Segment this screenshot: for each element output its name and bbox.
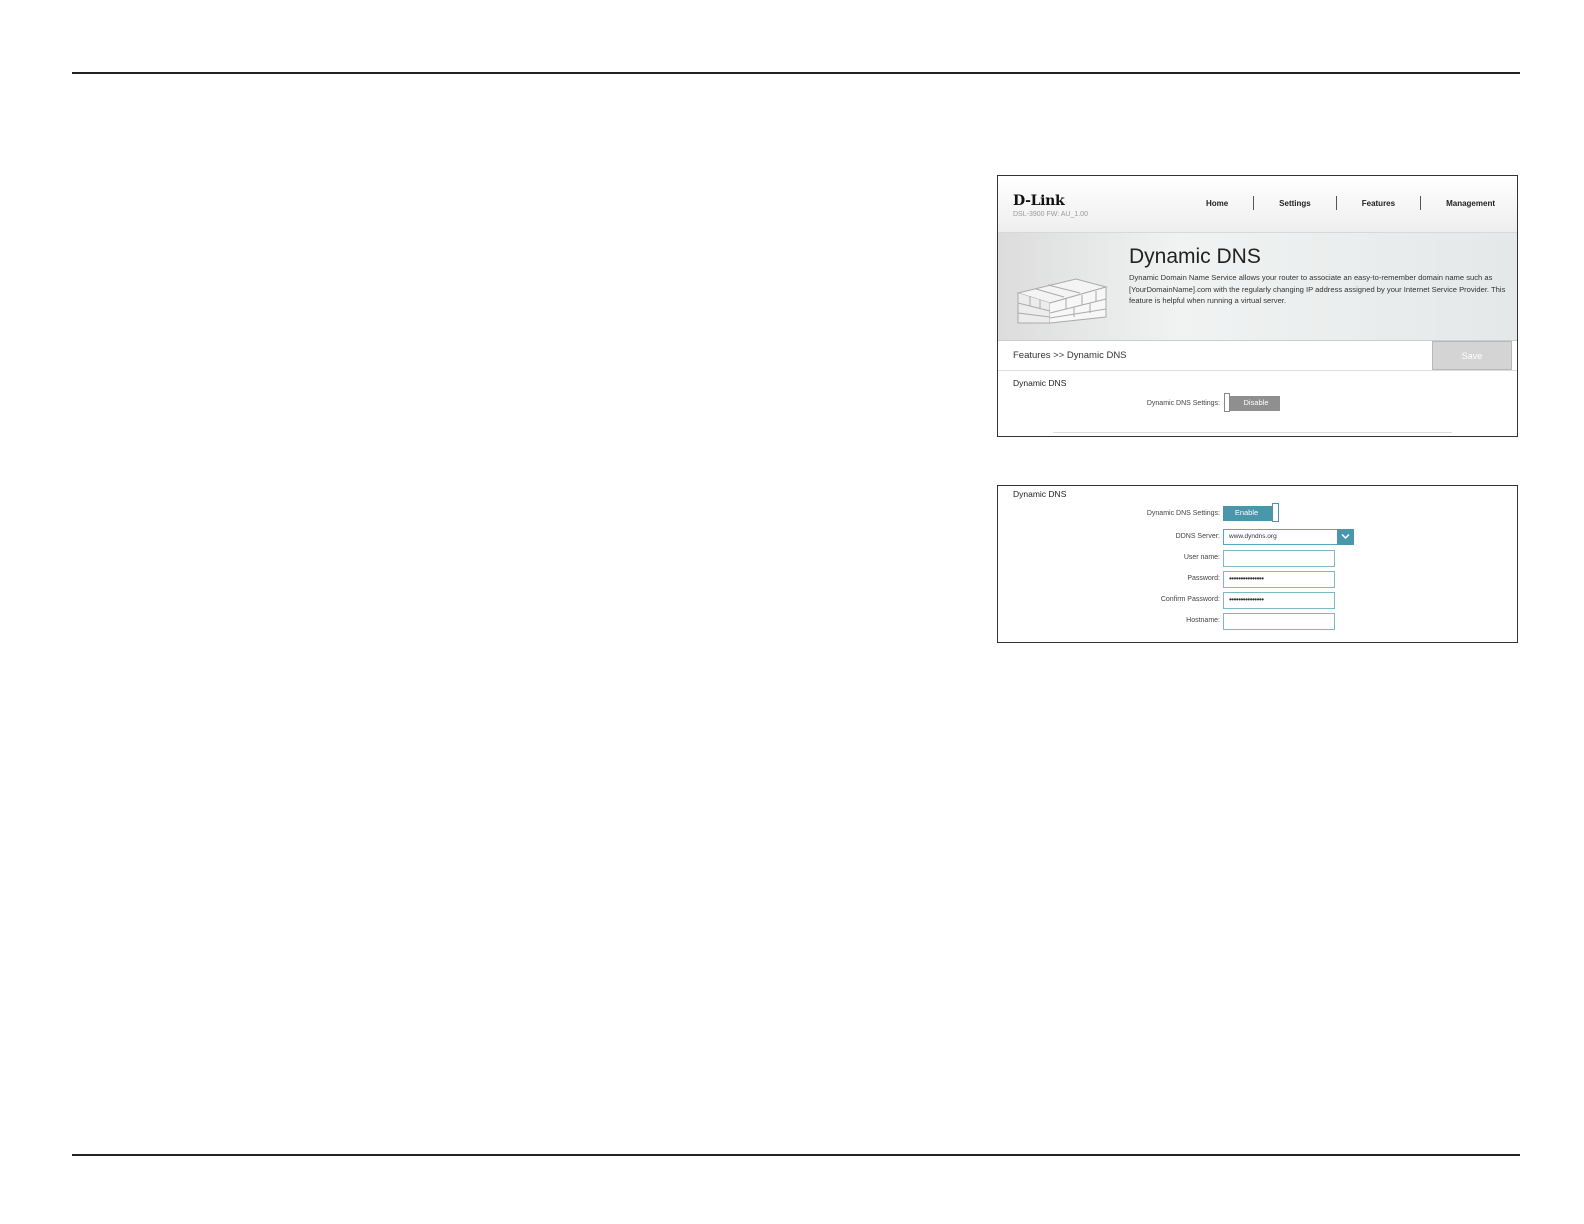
- hostname-label: Hostname:: [1186, 617, 1220, 624]
- top-nav: Home Settings Features Management: [1181, 196, 1495, 210]
- bottom-rule: [72, 1154, 1520, 1156]
- save-button[interactable]: Save: [1432, 341, 1512, 370]
- top-rule: [72, 72, 1520, 74]
- page-description: Dynamic Domain Name Service allows your …: [1129, 273, 1506, 305]
- toggle-knob: [1272, 503, 1279, 522]
- dynamic-dns-toggle[interactable]: Enable: [1223, 503, 1279, 522]
- brick-wall-icon: [1016, 278, 1108, 324]
- dynamic-dns-settings-label: Dynamic DNS Settings:: [1146, 510, 1220, 517]
- breadcrumb: Features >> Dynamic DNS: [1013, 350, 1127, 361]
- dlink-logo: D-Link: [1013, 193, 1065, 209]
- nav-management[interactable]: Management: [1421, 199, 1495, 208]
- nav-settings[interactable]: Settings: [1254, 199, 1336, 208]
- dynamic-dns-disabled-screenshot: D-Link DSL-3900 FW: AU_1.00 Home Setting…: [997, 175, 1518, 437]
- password-input[interactable]: •••••••••••••••: [1223, 571, 1335, 588]
- dynamic-dns-toggle[interactable]: Disable: [1224, 393, 1280, 412]
- router-header: D-Link DSL-3900 FW: AU_1.00 Home Setting…: [998, 176, 1517, 233]
- dropdown-button[interactable]: [1337, 529, 1354, 545]
- confirm-password-input[interactable]: •••••••••••••••: [1223, 592, 1335, 609]
- nav-home[interactable]: Home: [1181, 199, 1253, 208]
- chevron-down-icon: [1341, 533, 1350, 540]
- ddns-server-select[interactable]: www.dyndns.org: [1223, 529, 1354, 545]
- ddns-server-value: www.dyndns.org: [1229, 533, 1277, 540]
- divider: [1053, 432, 1452, 433]
- model-firmware-label: DSL-3900 FW: AU_1.00: [1013, 211, 1088, 218]
- toggle-label: Enable: [1234, 508, 1259, 517]
- page-banner: Dynamic DNS Dynamic Domain Name Service …: [998, 233, 1517, 340]
- section-title: Dynamic DNS: [1013, 378, 1067, 388]
- nav-features[interactable]: Features: [1337, 199, 1420, 208]
- dynamic-dns-settings-label: Dynamic DNS Settings:: [1146, 400, 1220, 407]
- toggle-knob: [1224, 393, 1230, 412]
- breadcrumb-bar: Features >> Dynamic DNS Save: [998, 340, 1517, 371]
- dynamic-dns-enabled-screenshot: Dynamic DNS Dynamic DNS Settings: Enable…: [997, 485, 1518, 643]
- hostname-input[interactable]: [1223, 613, 1335, 630]
- page-title: Dynamic DNS: [1129, 245, 1261, 268]
- username-label: User name:: [1183, 554, 1220, 561]
- confirm-password-value: •••••••••••••••: [1229, 595, 1264, 604]
- confirm-password-label: Confirm Password:: [1160, 596, 1220, 603]
- ddns-server-label: DDNS Server:: [1175, 533, 1220, 540]
- password-value: •••••••••••••••: [1229, 574, 1264, 583]
- username-input[interactable]: [1223, 550, 1335, 567]
- section-title: Dynamic DNS: [1013, 489, 1067, 499]
- toggle-label: Disable: [1243, 398, 1269, 407]
- password-label: Password:: [1187, 575, 1220, 582]
